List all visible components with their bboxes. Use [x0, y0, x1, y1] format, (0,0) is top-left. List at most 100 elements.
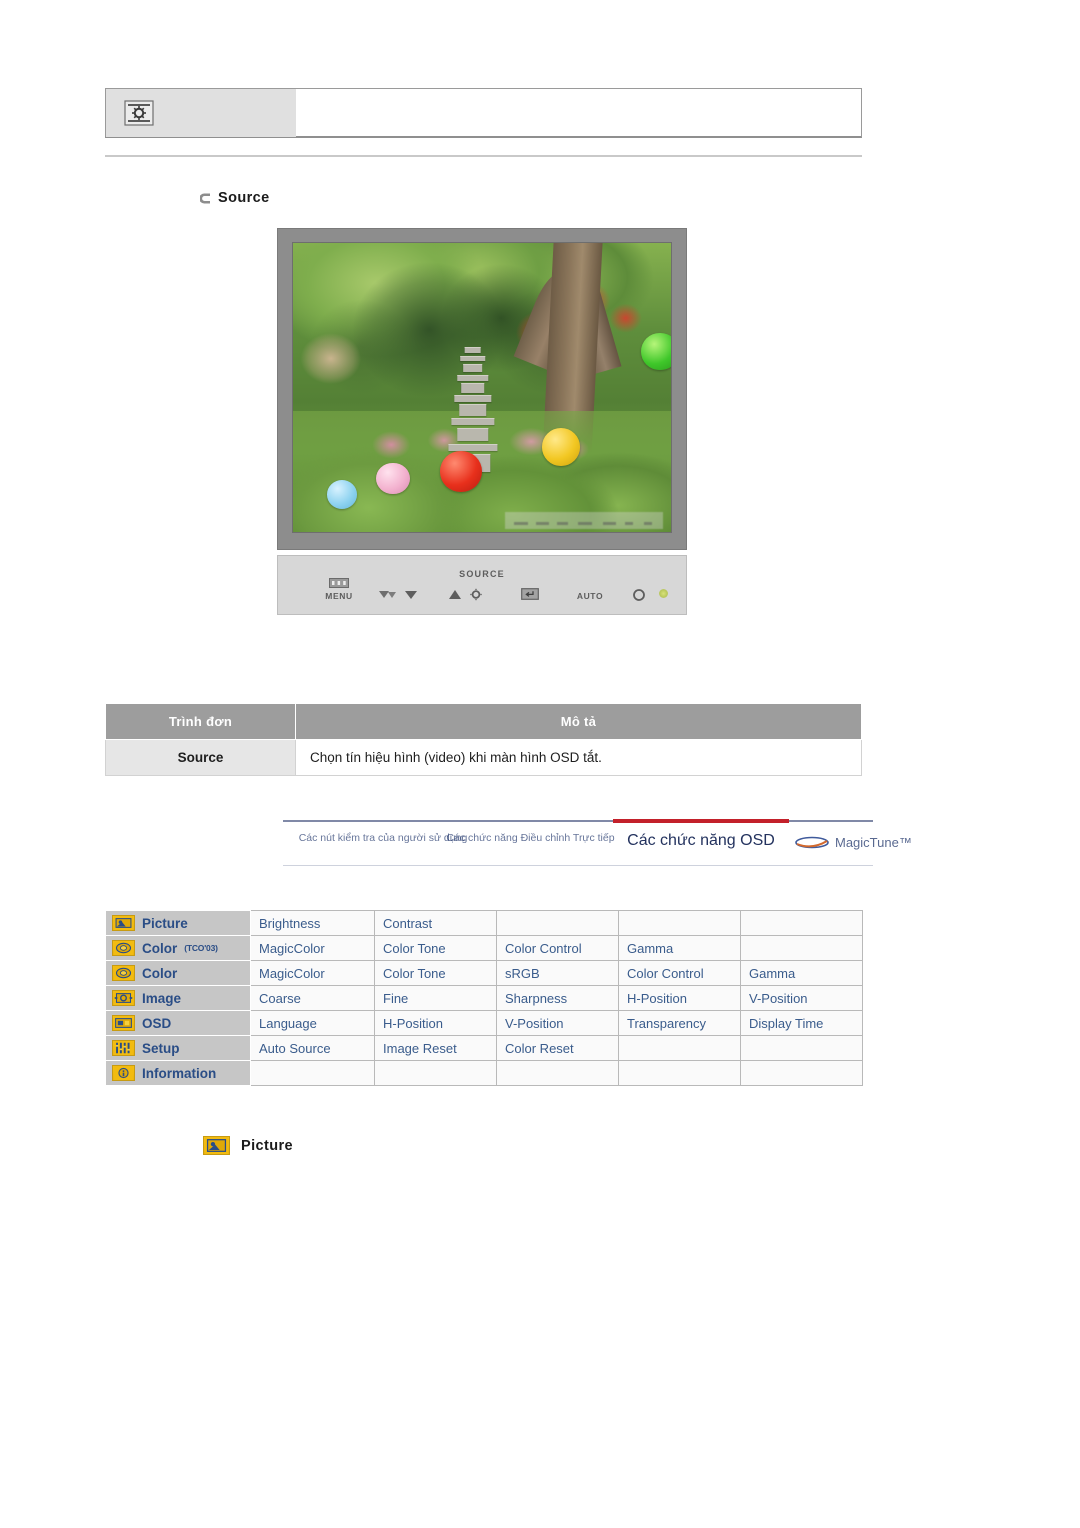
nav-item-label: Các nút kiểm tra của người sử dụng [298, 832, 468, 844]
information-icon [112, 1065, 135, 1081]
osd-item[interactable]: Auto Source [250, 1035, 375, 1061]
osd-menu-label: Setup [142, 1040, 180, 1056]
nav-item-osd-functions[interactable]: Các chức năng OSD [613, 831, 789, 851]
osd-menu-information[interactable]: Information [105, 1060, 251, 1086]
osd-item[interactable]: V-Position [740, 985, 863, 1011]
menu-button[interactable]: MENU [316, 578, 362, 601]
table-row: Setup Auto Source Image Reset Color Rese… [105, 1035, 863, 1061]
osd-menu-picture[interactable]: Picture [105, 910, 251, 936]
osd-item[interactable]: Brightness [250, 910, 375, 936]
brightness-icon [124, 100, 154, 126]
osd-item[interactable]: Color Tone [374, 935, 497, 961]
osd-item[interactable]: Contrast [374, 910, 497, 936]
osd-item [740, 935, 863, 961]
table-row: Color (TCO'03) MagicColor Color Tone Col… [105, 935, 863, 961]
menu-button-label: MENU [325, 591, 353, 601]
osd-menu-map-table: Picture Brightness Contrast Color (TCO'0… [105, 910, 863, 1086]
page-header-bar [105, 88, 862, 138]
osd-item[interactable]: Coarse [250, 985, 375, 1011]
osd-item [250, 1060, 375, 1086]
table-header-row: Trình đơn Mô tả [105, 703, 862, 740]
screen-osd-remnant [504, 511, 664, 530]
osd-item[interactable]: Gamma [618, 935, 741, 961]
osd-item [740, 1060, 863, 1086]
table-row: Image Coarse Fine Sharpness H-Position V… [105, 985, 863, 1011]
osd-item [740, 1035, 863, 1061]
osd-item[interactable]: Color Control [618, 960, 741, 986]
picture-heading-label: Picture [241, 1137, 293, 1154]
auto-button[interactable]: AUTO [566, 591, 614, 601]
samsung-magictune-mark [795, 836, 829, 849]
table-row: Source Chọn tín hiệu hình (video) khi mà… [105, 739, 862, 776]
up-arrow-brightness-icon [449, 588, 482, 601]
osd-item [618, 910, 741, 936]
header-divider [105, 155, 862, 157]
osd-item[interactable]: Transparency [618, 1010, 741, 1036]
osd-item[interactable]: sRGB [496, 960, 619, 986]
osd-item[interactable]: Image Reset [374, 1035, 497, 1061]
nav-item-label: Các chức năng OSD [627, 832, 775, 849]
osd-item [618, 1035, 741, 1061]
nav-bottom-rule [283, 865, 873, 866]
image-icon [112, 990, 135, 1006]
picture-icon [203, 1136, 230, 1155]
osd-menu-setup[interactable]: Setup [105, 1035, 251, 1061]
setup-icon [112, 1040, 135, 1056]
osd-menu-label: Image [142, 990, 182, 1006]
osd-item[interactable]: Color Tone [374, 960, 497, 986]
header-active-tab [106, 89, 296, 137]
osd-menu-color[interactable]: Color [105, 960, 251, 986]
header-menu-column: Trình đơn [105, 703, 296, 740]
lantern-red [440, 451, 482, 492]
up-brightness-button[interactable] [438, 588, 496, 603]
auto-button-label: AUTO [576, 591, 604, 601]
osd-item[interactable]: Display Time [740, 1010, 863, 1036]
osd-item[interactable]: H-Position [618, 985, 741, 1011]
osd-item[interactable]: H-Position [374, 1010, 497, 1036]
osd-menu-image[interactable]: Image [105, 985, 251, 1011]
down-button[interactable] [370, 588, 426, 602]
table-row: OSD Language H-Position V-Position Trans… [105, 1010, 863, 1036]
monitor-figure: SOURCE MENU AUTO [277, 228, 687, 615]
section-nav-strip: Các nút kiểm tra của người sử dụng Các c… [283, 818, 912, 866]
power-led-indicator [659, 589, 668, 598]
nav-item-direct-adjust-functions[interactable]: Các chức năng Điều chỉnh Trực tiếp [443, 832, 618, 845]
osd-item[interactable]: Gamma [740, 960, 863, 986]
picture-icon [112, 915, 135, 931]
c-arrow-bullet-icon [200, 193, 210, 203]
source-description-table: Trình đơn Mô tả Source Chọn tín hiệu hìn… [105, 703, 862, 776]
monitor-bezel [277, 228, 687, 550]
osd-menu-label: Information [142, 1065, 217, 1081]
osd-menu-label: OSD [142, 1015, 172, 1031]
osd-item [374, 1060, 497, 1086]
osd-item[interactable]: Fine [374, 985, 497, 1011]
osd-item[interactable]: Color Reset [496, 1035, 619, 1061]
row-description: Chọn tín hiệu hình (video) khi màn hình … [295, 739, 862, 776]
osd-item[interactable]: Sharpness [496, 985, 619, 1011]
osd-item[interactable]: Language [250, 1010, 375, 1036]
osd-menu-sup: (TCO'03) [184, 943, 218, 953]
down-arrow-icon [379, 591, 417, 599]
power-icon [633, 589, 645, 601]
monitor-screen [292, 242, 672, 533]
osd-item [618, 1060, 741, 1086]
osd-item[interactable]: V-Position [496, 1010, 619, 1036]
row-menu-name: Source [105, 739, 296, 776]
color-icon [112, 965, 135, 981]
osd-item [496, 910, 619, 936]
source-enter-button[interactable] [510, 588, 550, 602]
color-icon [112, 940, 135, 956]
osd-item [740, 910, 863, 936]
osd-menu-label: Color [142, 940, 178, 956]
osd-item[interactable]: Color Control [496, 935, 619, 961]
magictune-logo-text: MagicTune™ [835, 835, 912, 850]
osd-item[interactable]: MagicColor [250, 960, 375, 986]
osd-menu-label: Color [142, 965, 178, 981]
osd-menu-color-tco03[interactable]: Color (TCO'03) [105, 935, 251, 961]
osd-menu-osd[interactable]: OSD [105, 1010, 251, 1036]
osd-item [496, 1060, 619, 1086]
power-button[interactable] [626, 588, 652, 604]
table-row: Color MagicColor Color Tone sRGB Color C… [105, 960, 863, 986]
monitor-button-panel: SOURCE MENU AUTO [277, 555, 687, 615]
osd-item[interactable]: MagicColor [250, 935, 375, 961]
